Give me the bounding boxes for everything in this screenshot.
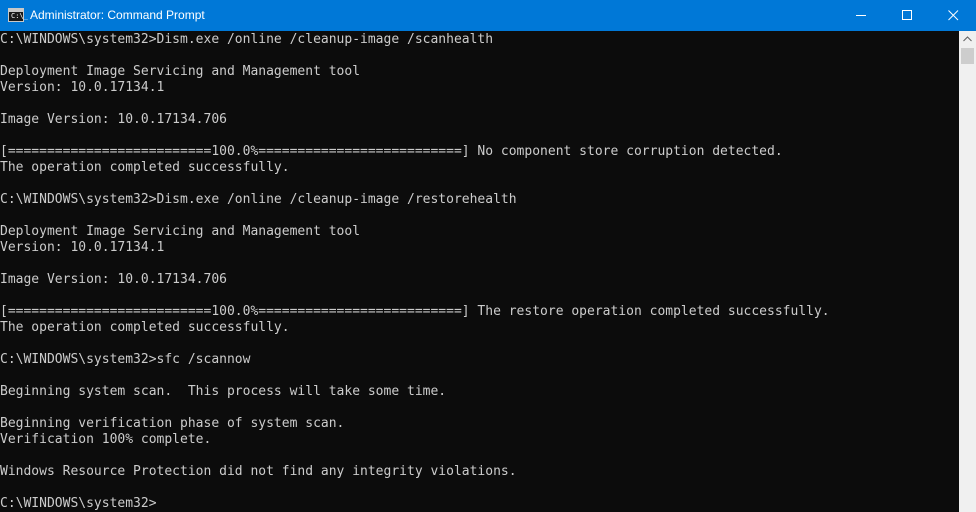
console-line: C:\WINDOWS\system32>sfc /scannow	[0, 352, 251, 367]
console-line: Deployment Image Servicing and Managemen…	[0, 224, 361, 239]
console-text: C:\WINDOWS\system32>Dism.exe /online /cl…	[0, 31, 959, 512]
minimize-icon	[856, 15, 866, 16]
maximize-icon	[902, 10, 912, 20]
console-output[interactable]: C:\WINDOWS\system32>Dism.exe /online /cl…	[0, 31, 959, 512]
console-line: The operation completed successfully.	[0, 160, 290, 175]
scroll-thumb[interactable]	[961, 48, 974, 64]
console-line: Deployment Image Servicing and Managemen…	[0, 64, 361, 79]
chevron-up-icon	[963, 36, 972, 42]
console-line: Beginning system scan. This process will…	[0, 384, 447, 399]
console-app-icon[interactable]: C:\_	[8, 8, 28, 22]
vertical-scrollbar[interactable]	[959, 31, 976, 512]
console-line: Verification 100% complete.	[0, 432, 212, 447]
console-line: C:\WINDOWS\system32>	[0, 496, 157, 511]
console-line: [==========================100.0%=======…	[0, 304, 830, 319]
window-title: Administrator: Command Prompt	[30, 8, 205, 22]
console-line: C:\WINDOWS\system32>Dism.exe /online /cl…	[0, 192, 517, 207]
console-line: Windows Resource Protection did not find…	[0, 464, 517, 479]
close-icon	[948, 10, 959, 21]
command-prompt-window: C:\_ Administrator: Command Prompt C:\WI…	[0, 0, 976, 512]
console-line: [==========================100.0%=======…	[0, 144, 783, 159]
title-bar[interactable]: C:\_ Administrator: Command Prompt	[0, 0, 976, 31]
console-line: The operation completed successfully.	[0, 320, 290, 335]
console-line: Beginning verification phase of system s…	[0, 416, 345, 431]
maximize-button[interactable]	[884, 0, 930, 31]
console-line: Image Version: 10.0.17134.706	[0, 272, 227, 287]
console-line: Image Version: 10.0.17134.706	[0, 112, 227, 127]
console-line: Version: 10.0.17134.1	[0, 80, 165, 95]
scroll-up-button[interactable]	[959, 31, 976, 48]
minimize-button[interactable]	[838, 0, 884, 31]
console-line: Version: 10.0.17134.1	[0, 240, 165, 255]
console-line: C:\WINDOWS\system32>Dism.exe /online /cl…	[0, 32, 494, 47]
close-button[interactable]	[930, 0, 976, 31]
